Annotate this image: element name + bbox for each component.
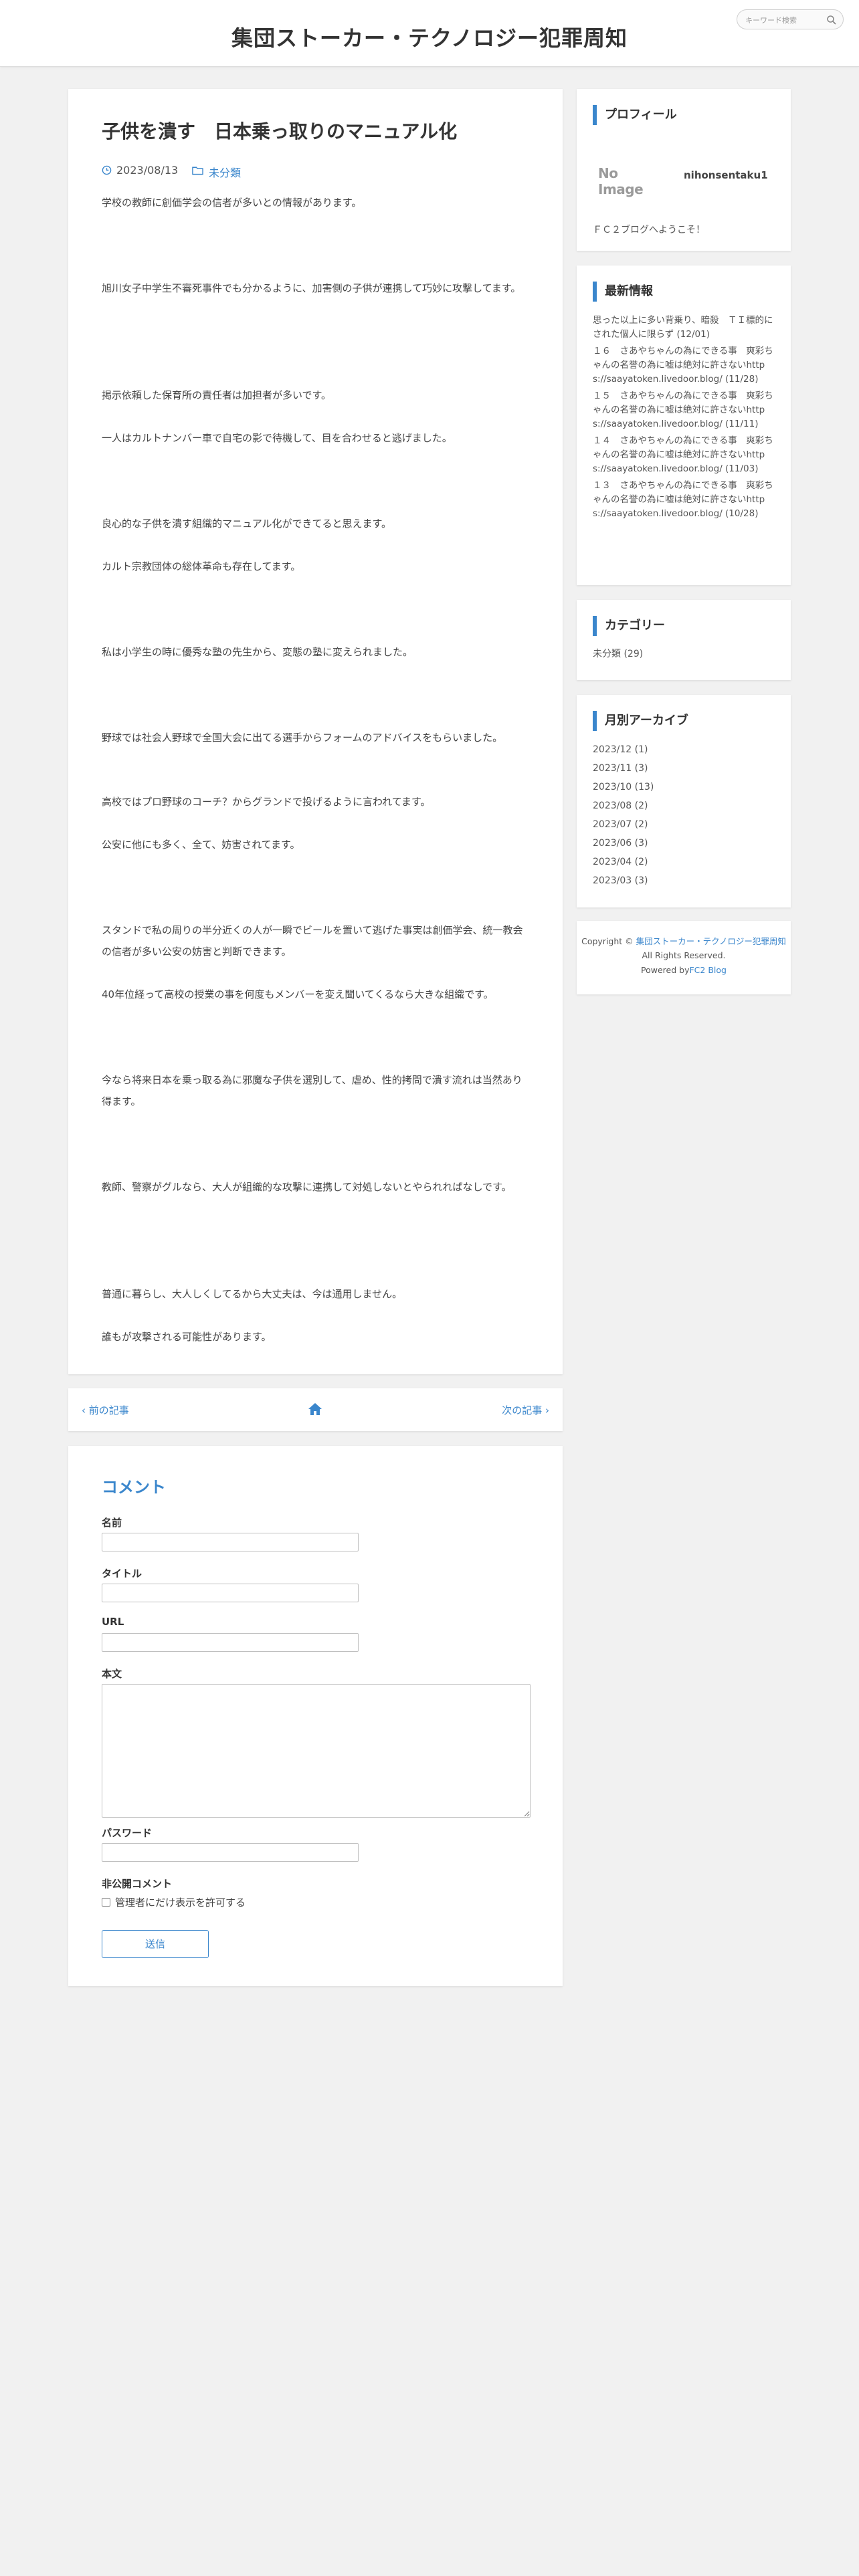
rights-text: All Rights Reserved. bbox=[642, 950, 726, 960]
body-label: 本文 bbox=[102, 1668, 122, 1680]
article-paragraph: 高校ではプロ野球のコーチ？からグランドで投げるように言われてます。 bbox=[102, 796, 431, 808]
article-paragraph: カルト宗教団体の総体革命も存在してます。 bbox=[102, 560, 301, 572]
article-paragraph: 野球では社会人野球で全国大会に出てる選手からフォームのアドバイスをもらいました。 bbox=[102, 732, 503, 744]
prev-post-link[interactable]: ‹ 前の記事 bbox=[82, 1403, 129, 1417]
post-category-link[interactable]: 未分類 bbox=[209, 164, 241, 180]
next-post-label: 次の記事 bbox=[502, 1404, 543, 1416]
fc2-blog-link[interactable]: FC2 Blog bbox=[689, 965, 726, 975]
post-navigation: ‹ 前の記事 次の記事 › bbox=[68, 1388, 563, 1431]
comment-heading: コメント bbox=[102, 1478, 166, 1497]
recent-post-link[interactable]: １６ さあやちゃんの為にできる事 爽彩ちゃんの名誉の為に嘘は絶対に許さないhtt… bbox=[593, 344, 777, 387]
article-paragraph: スタンドで私の周りの半分近くの人が一瞬でビールを置いて逃げた事実は創価学会、統一… bbox=[102, 924, 523, 958]
powered-by-line: Powered byFC2 Blog bbox=[577, 965, 791, 975]
url-input[interactable] bbox=[102, 1633, 359, 1652]
title-input[interactable] bbox=[102, 1584, 359, 1602]
prev-post-label: 前の記事 bbox=[88, 1404, 129, 1416]
archive-link[interactable]: 2023/06 (3) bbox=[593, 834, 654, 853]
archive-link[interactable]: 2023/10 (13) bbox=[593, 778, 654, 796]
article-paragraph: 学校の教師に創価学会の信者が多いとの情報があります。 bbox=[102, 197, 362, 209]
password-label: パスワード bbox=[102, 1827, 153, 1839]
article-paragraph: 誰もが攻撃される可能性があります。 bbox=[102, 1331, 272, 1343]
archive-link[interactable]: 2023/11 (3) bbox=[593, 759, 654, 778]
recent-posts-list: 思った以上に多い背乗り、暗殺 ＴＩ標的にされた個人に限らず (12/01) １６… bbox=[593, 314, 777, 524]
archive-link[interactable]: 2023/04 (2) bbox=[593, 853, 654, 871]
private-comment-label: 非公開コメント bbox=[102, 1878, 173, 1890]
search-box[interactable] bbox=[737, 9, 844, 29]
folder-icon bbox=[192, 167, 203, 175]
article-title: 子供を潰す 日本乗っ取りのマニュアル化 bbox=[102, 120, 458, 142]
copyright-line: Copyright © 集団ストーカー・テクノロジー犯罪周知 bbox=[577, 934, 791, 947]
archives-list: 2023/12 (1) 2023/11 (3) 2023/10 (13) 202… bbox=[593, 740, 654, 890]
search-icon[interactable] bbox=[826, 15, 837, 25]
article-paragraph: 一人はカルトナンバー車で自宅の影で待機して、目を合わせると逃げました。 bbox=[102, 432, 452, 444]
categories-widget: カテゴリー 未分類 (29) bbox=[577, 600, 791, 680]
recent-post-link[interactable]: １４ さあやちゃんの為にできる事 爽彩ちゃんの名誉の為に嘘は絶対に許さないhtt… bbox=[593, 434, 777, 476]
site-footer-link[interactable]: 集団ストーカー・テクノロジー犯罪周知 bbox=[636, 936, 786, 946]
copyright-prefix: Copyright © bbox=[581, 936, 636, 946]
profile-avatar: No Image bbox=[598, 165, 644, 197]
article-paragraph: 旭川女子中学生不審死事件でも分かるように、加害側の子供が連携して巧妙に攻撃してま… bbox=[102, 282, 521, 294]
url-label: URL bbox=[102, 1616, 124, 1628]
recent-post-link[interactable]: １３ さあやちゃんの為にできる事 爽彩ちゃんの名誉の為に嘘は絶対に許さないhtt… bbox=[593, 479, 777, 521]
powered-prefix: Powered by bbox=[641, 965, 690, 975]
title-label: タイトル bbox=[102, 1568, 142, 1580]
archive-link[interactable]: 2023/12 (1) bbox=[593, 740, 654, 759]
article-paragraph: 私は小学生の時に優秀な塾の先生から、変態の塾に変えられました。 bbox=[102, 646, 413, 658]
categories-heading: カテゴリー bbox=[593, 616, 665, 636]
article-paragraph: 良心的な子供を潰す組織的マニュアル化ができてると思えます。 bbox=[102, 518, 392, 530]
private-checkbox-label[interactable]: 管理者にだけ表示を許可する bbox=[115, 1895, 246, 1909]
private-comment-checkbox[interactable] bbox=[102, 1898, 110, 1907]
profile-name: nihonsentaku1 bbox=[684, 169, 768, 181]
site-title[interactable]: 集団ストーカー・テクノロジー犯罪周知 bbox=[0, 21, 859, 52]
submit-button[interactable]: 送信 bbox=[102, 1930, 209, 1958]
archive-link[interactable]: 2023/03 (3) bbox=[593, 871, 654, 890]
article-card: 子供を潰す 日本乗っ取りのマニュアル化 2023/08/13 未分類 学校の教師… bbox=[68, 89, 563, 1374]
profile-heading: プロフィール bbox=[593, 105, 677, 125]
footer-widget: Copyright © 集団ストーカー・テクノロジー犯罪周知 All Right… bbox=[577, 921, 791, 994]
archives-widget: 月別アーカイブ 2023/12 (1) 2023/11 (3) 2023/10 … bbox=[577, 695, 791, 907]
archive-link[interactable]: 2023/08 (2) bbox=[593, 796, 654, 815]
comment-form: コメント 名前 タイトル URL 本文 パスワード 非公開コメント 管理者にだけ… bbox=[68, 1446, 563, 1986]
article-paragraph: 公安に他にも多く、全て、妨害されてます。 bbox=[102, 839, 300, 851]
article-paragraph: 普通に暮らし、大人しくしてるから大丈夫は、今は通用しません。 bbox=[102, 1288, 403, 1300]
chevron-left-icon: ‹ bbox=[82, 1404, 86, 1416]
clock-icon bbox=[102, 165, 112, 175]
article-paragraph: 今なら将来日本を乗っ取る為に邪魔な子供を選別して、虐め、性的拷問で潰す流れは当然… bbox=[102, 1074, 522, 1107]
name-input[interactable] bbox=[102, 1533, 359, 1551]
body-textarea[interactable] bbox=[102, 1684, 531, 1818]
recent-post-link[interactable]: 思った以上に多い背乗り、暗殺 ＴＩ標的にされた個人に限らず (12/01) bbox=[593, 314, 777, 342]
category-link[interactable]: 未分類 (29) bbox=[593, 647, 643, 660]
recent-post-link[interactable]: １５ さあやちゃんの為にできる事 爽彩ちゃんの名誉の為に嘘は絶対に許さないhtt… bbox=[593, 389, 777, 431]
article-paragraph: 40年位経って高校の授業の事を何度もメンバーを変え聞いてくるなら大きな組織です。 bbox=[102, 988, 494, 1000]
search-input[interactable] bbox=[745, 13, 819, 27]
chevron-right-icon: › bbox=[545, 1404, 549, 1416]
home-icon[interactable] bbox=[308, 1402, 322, 1416]
article-paragraph: 掲示依頼した保育所の責任者は加担者が多いです。 bbox=[102, 389, 332, 401]
name-label: 名前 bbox=[102, 1517, 122, 1529]
profile-widget: プロフィール No Image nihonsentaku1 ＦＣ２ブログへようこ… bbox=[577, 89, 791, 251]
archives-heading: 月別アーカイブ bbox=[593, 711, 688, 731]
next-post-link[interactable]: 次の記事 › bbox=[502, 1403, 549, 1417]
post-date: 2023/08/13 bbox=[116, 164, 179, 177]
password-input[interactable] bbox=[102, 1843, 359, 1862]
profile-message: ＦＣ２ブログへようこそ！ bbox=[593, 225, 705, 235]
recent-posts-widget: 最新情報 思った以上に多い背乗り、暗殺 ＴＩ標的にされた個人に限らず (12/0… bbox=[577, 265, 791, 585]
recent-posts-heading: 最新情報 bbox=[593, 282, 653, 302]
archive-link[interactable]: 2023/07 (2) bbox=[593, 815, 654, 834]
site-header: 集団ストーカー・テクノロジー犯罪周知 bbox=[0, 0, 859, 67]
article-paragraph: 教師、警察がグルなら、大人が組織的な攻撃に連携して対処しないとやられればなしです… bbox=[102, 1181, 512, 1193]
